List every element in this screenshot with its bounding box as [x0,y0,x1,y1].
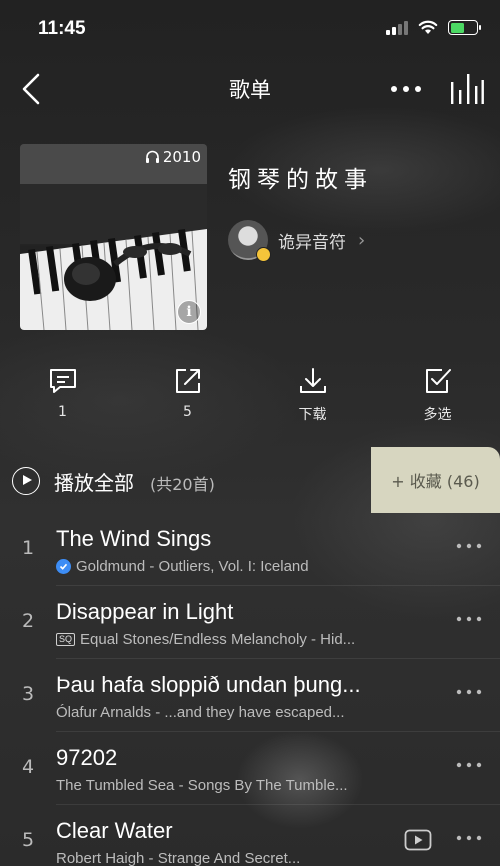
piano-artwork [20,144,207,330]
song-row[interactable]: 2 Disappear in Light SQ Equal Stones/End… [0,586,500,659]
more-icon[interactable] [388,74,424,104]
song-subtitle: SQ Equal Stones/Endless Melancholy - Hid… [56,631,355,648]
share-icon [175,369,200,393]
comment-icon [49,369,76,393]
more-icon[interactable] [456,687,482,697]
page-title: 歌单 [229,78,271,102]
more-icon[interactable] [456,614,482,624]
share-count: 5 [183,404,192,420]
music-video-icon[interactable] [404,829,432,851]
playlist-actions: 1 5 下载 多选 [0,366,500,430]
multiselect-button[interactable]: 多选 [375,366,500,430]
song-index: 5 [21,829,35,851]
status-bar: 11:45 [0,0,500,60]
download-label: 下载 [298,407,327,423]
download-button[interactable]: 下载 [250,366,375,430]
song-subtitle: The Tumbled Sea - Songs By The Tumble... [56,777,348,794]
song-index: 4 [21,756,35,778]
play-all-row[interactable]: 播放全部 (共20首) + 收藏 (46) [0,447,500,513]
download-icon [299,368,326,393]
vip-badge-icon [256,247,271,262]
playlist-cover[interactable]: 2010 i [20,144,207,330]
song-list: 播放全部 (共20首) + 收藏 (46) 1 The Wind Sings G… [0,447,500,866]
song-subtitle: Goldmund - Outliers, Vol. I: Iceland [56,558,309,575]
song-row[interactable]: 5 Clear Water Robert Haigh - Strange And… [0,805,500,866]
song-title[interactable]: Disappear in Light [56,599,233,625]
play-count: 2010 [145,148,201,166]
more-icon[interactable] [456,833,482,843]
creator-link[interactable]: 诡异音符 › [228,220,366,262]
status-time: 11:45 [38,18,86,39]
chevron-right-icon: › [358,229,366,251]
sq-quality-badge: SQ [56,633,76,646]
comment-count: 1 [58,404,67,420]
collect-button[interactable]: + 收藏 (46) [371,447,500,513]
song-subtitle: Robert Haigh - Strange And Secret... [56,850,300,866]
song-count: (共20首) [150,475,215,494]
song-title[interactable]: The Wind Sings [56,526,211,552]
more-icon[interactable] [456,541,482,551]
battery-icon [448,20,481,35]
song-title[interactable]: Þau hafa sloppið undan þung... [56,672,361,698]
more-icon[interactable] [456,760,482,770]
nav-bar: 歌单 [0,60,500,118]
multiselect-label: 多选 [423,407,452,423]
song-artist-album: The Tumbled Sea - Songs By The Tumble... [56,777,348,794]
song-title[interactable]: Clear Water [56,818,173,844]
song-row[interactable]: 1 The Wind Sings Goldmund - Outliers, Vo… [0,513,500,586]
wifi-icon [418,20,438,34]
play-all-label[interactable]: 播放全部 [54,467,134,496]
song-subtitle: Ólafur Arnalds - ...and they have escape… [56,704,345,721]
status-icons [386,20,481,35]
verified-icon [56,559,71,574]
creator-name[interactable]: 诡异音符 [278,228,346,253]
song-row[interactable]: 3 Þau hafa sloppið undan þung... Ólafur … [0,659,500,732]
song-index: 1 [21,537,35,559]
info-icon[interactable]: i [177,300,201,324]
now-playing-equalizer-icon[interactable] [450,72,484,106]
song-index: 3 [21,683,35,705]
share-button[interactable]: 5 [125,366,250,430]
song-artist-album: Goldmund - Outliers, Vol. I: Iceland [76,558,309,575]
play-icon[interactable] [12,467,40,495]
checkbox-icon [425,369,451,393]
song-artist-album: Equal Stones/Endless Melancholy - Hid... [80,631,356,648]
comment-button[interactable]: 1 [0,366,125,430]
song-artist-album: Ólafur Arnalds - ...and they have escape… [56,704,345,721]
song-artist-album: Robert Haigh - Strange And Secret... [56,850,301,866]
song-title[interactable]: 97202 [56,745,117,771]
play-count-value: 2010 [162,148,201,166]
song-row[interactable]: 4 97202 The Tumbled Sea - Songs By The T… [0,732,500,805]
avatar[interactable] [228,220,271,262]
signal-icon [386,20,408,35]
song-index: 2 [21,610,35,632]
playlist-title: 钢琴的故事 [228,167,373,193]
headphones-icon [145,150,159,163]
